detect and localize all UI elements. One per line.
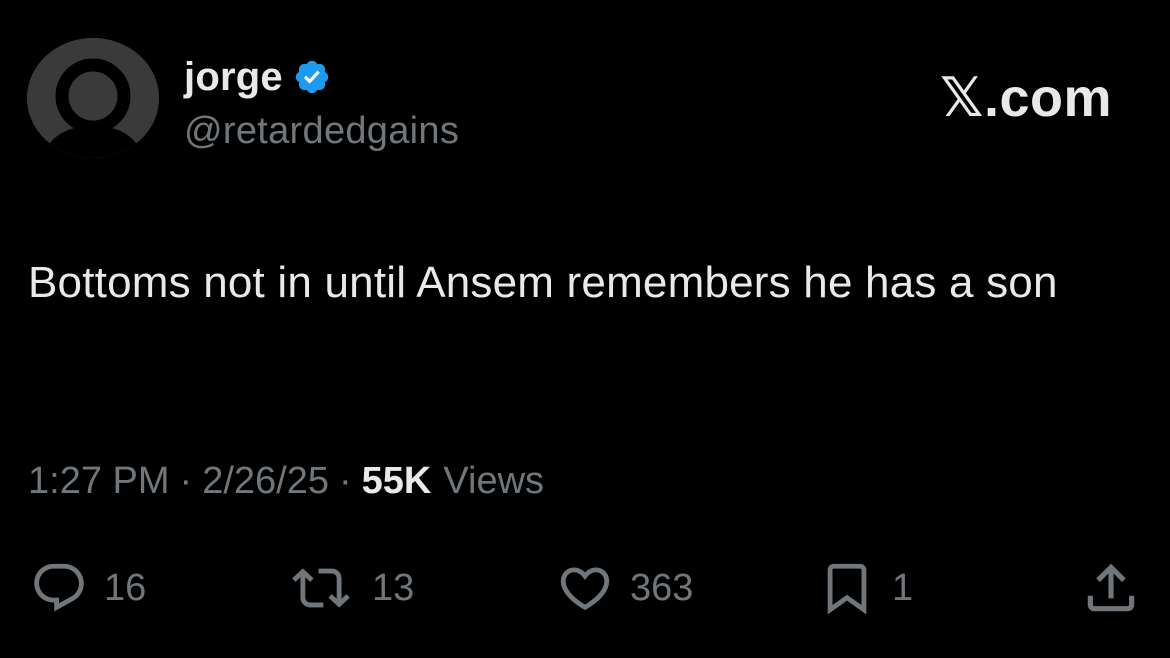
bookmark-count: 1 — [892, 566, 914, 609]
repost-icon — [292, 568, 350, 608]
bookmark-icon — [827, 563, 867, 615]
bookmark-button[interactable]: 1 — [818, 556, 913, 620]
tweet-date[interactable]: 2/26/25 — [202, 460, 329, 503]
verified-badge-icon[interactable] — [293, 58, 331, 96]
x-brand-logo: 𝕏.com — [939, 68, 1112, 128]
reply-icon — [34, 563, 84, 612]
tweet-time[interactable]: 1:27 PM — [28, 460, 170, 503]
author-name-row: jorge — [184, 52, 331, 102]
views-count: 55K — [361, 460, 432, 502]
reply-button[interactable]: 16 — [30, 556, 146, 620]
share-icon — [1087, 563, 1135, 612]
avatar[interactable] — [27, 38, 159, 158]
tweet-actions-bar: 16 13 363 1 — [0, 556, 1170, 620]
tweet-text: Bottoms not in until Ansem remembers he … — [28, 258, 1058, 307]
default-profile-icon — [27, 38, 159, 158]
repost-count: 13 — [372, 566, 415, 609]
meta-separator: · — [179, 460, 193, 502]
views-label[interactable]: Views — [443, 460, 544, 503]
like-button[interactable]: 363 — [556, 556, 693, 620]
repost-button[interactable]: 13 — [286, 556, 414, 620]
like-count: 363 — [630, 566, 694, 609]
tweet-meta: 1:27 PM · 2/26/25 · 55K Views — [28, 460, 544, 503]
author-display-name[interactable]: jorge — [184, 55, 283, 100]
author-handle[interactable]: @retardedgains — [184, 110, 459, 153]
reply-count: 16 — [104, 566, 147, 609]
meta-separator: · — [338, 460, 352, 502]
like-icon — [560, 567, 610, 611]
share-button[interactable] — [1080, 556, 1142, 620]
